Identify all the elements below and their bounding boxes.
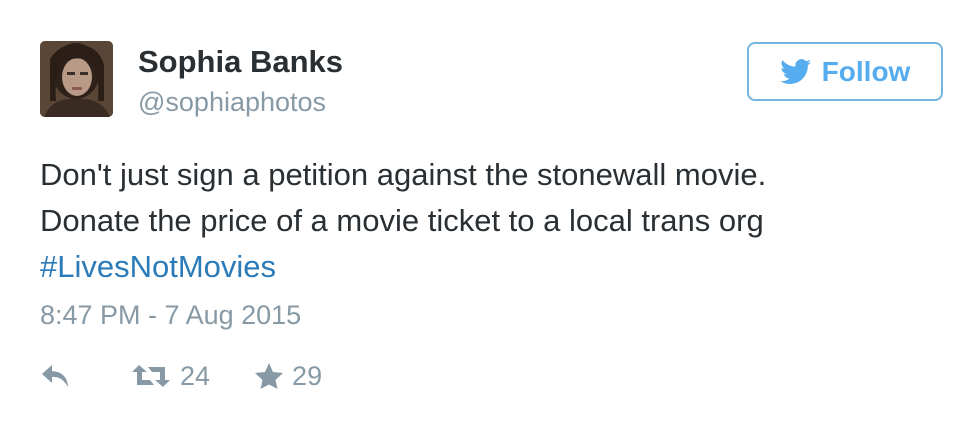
tweet-line-2: Donate the price of a movie ticket to a … <box>40 203 764 238</box>
user-handle[interactable]: @sophiaphotos <box>138 89 326 116</box>
retweet-button[interactable]: 24 <box>130 360 211 391</box>
tweet-text: Don't just sign a petition against the s… <box>40 152 940 290</box>
display-name[interactable]: Sophia Banks <box>138 46 343 77</box>
follow-button[interactable]: Follow <box>747 42 943 101</box>
follow-label: Follow <box>821 55 911 87</box>
twitter-bird-icon <box>779 58 811 84</box>
reply-arrow-icon <box>42 365 68 387</box>
tweet-actions: 24 29 <box>40 358 322 394</box>
avatar[interactable] <box>40 41 113 117</box>
tweet-card: Sophia Banks @sophiaphotos Follow Don't … <box>0 0 980 423</box>
reply-button[interactable] <box>40 363 72 389</box>
avatar-photo <box>40 41 113 117</box>
favorite-count: 29 <box>292 360 323 391</box>
favorite-button[interactable]: 29 <box>254 362 322 390</box>
hashtag-link[interactable]: #LivesNotMovies <box>40 244 940 290</box>
star-icon <box>255 363 284 389</box>
tweet-timestamp[interactable]: 8:47 PM - 7 Aug 2015 <box>40 302 301 329</box>
tweet-line-1: Don't just sign a petition against the s… <box>40 157 767 192</box>
retweet-count: 24 <box>180 360 211 391</box>
retweet-icon <box>132 365 170 387</box>
